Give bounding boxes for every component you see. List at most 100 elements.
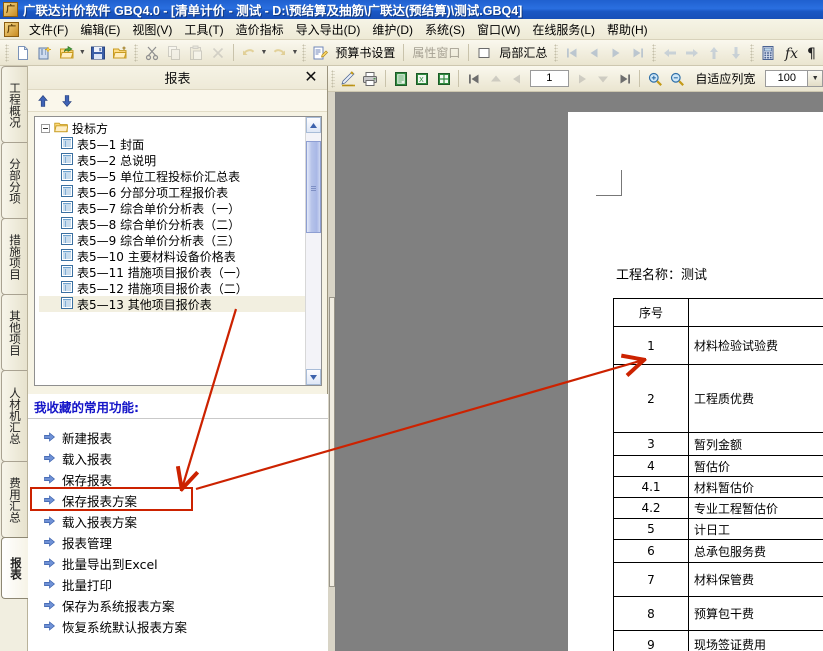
close-icon[interactable]: ✕	[302, 69, 320, 87]
scroll-up-icon[interactable]	[306, 117, 321, 133]
delete-icon[interactable]	[207, 42, 229, 64]
menu-item-view[interactable]: 视图(V)	[126, 19, 178, 40]
move-left-icon[interactable]	[659, 42, 681, 64]
tree-node-item[interactable]: 表5—11 措施项目报价表（一）	[39, 264, 305, 280]
table-row[interactable]: 3 暂列金额	[613, 432, 823, 456]
table-row[interactable]: 4.2 专业工程暂估价	[613, 497, 823, 519]
tree-node-item[interactable]: 表5—10 主要材料设备价格表	[39, 248, 305, 264]
sidebar-item-measure-items[interactable]: 措施项目	[1, 218, 27, 295]
sidebar-item-project-overview[interactable]: 工程概况	[1, 66, 27, 143]
page-view-icon[interactable]	[390, 68, 412, 90]
menu-item-maintenance[interactable]: 维护(D)	[366, 19, 419, 40]
scrollbar-thumb[interactable]	[306, 141, 321, 233]
table-row[interactable]: 1 材料检验试验费	[613, 326, 823, 365]
tree-vertical-scrollbar[interactable]	[305, 117, 321, 385]
open-dropdown-caret[interactable]: ▼	[78, 42, 87, 64]
move-right-icon[interactable]	[681, 42, 703, 64]
calculator-icon[interactable]	[757, 42, 779, 64]
table-row[interactable]: 4 暂估价	[613, 455, 823, 477]
menu-item-window[interactable]: 窗口(W)	[471, 19, 526, 40]
collapse-toggle-icon[interactable]	[41, 123, 50, 133]
toolbar-grip-4[interactable]	[554, 43, 559, 62]
zoom-level-input[interactable]: 100	[765, 70, 809, 87]
menu-item-online-service[interactable]: 在线服务(L)	[526, 19, 601, 40]
sidebar-item-cost-summary[interactable]: 费用汇总	[1, 461, 27, 538]
function-icon[interactable]: fx	[779, 42, 801, 64]
toolbar-grip-6[interactable]	[749, 43, 754, 62]
next-page-down-icon[interactable]	[592, 68, 614, 90]
scroll-down-icon[interactable]	[306, 369, 321, 385]
last-record-icon[interactable]	[627, 42, 649, 64]
open-folder-icon[interactable]	[56, 42, 78, 64]
property-window-label[interactable]: 属性窗口	[408, 44, 464, 61]
save-as-icon[interactable]	[109, 42, 131, 64]
undo-caret[interactable]: ▼	[259, 42, 268, 64]
tree-node-item[interactable]: 表5—1 封面	[39, 136, 305, 152]
table-row[interactable]: 5 计日工	[613, 518, 823, 540]
paste-icon[interactable]	[185, 42, 207, 64]
favorite-load-report-scheme[interactable]: 载入报表方案	[28, 511, 328, 532]
preview-toolbar-grip[interactable]	[331, 69, 335, 88]
sidebar-item-reports[interactable]: 报表	[1, 537, 29, 599]
table-row[interactable]: 2 工程质优费	[613, 364, 823, 433]
favorite-batch-print[interactable]: 批量打印	[28, 574, 328, 595]
budget-settings-label[interactable]: 预算书设置	[331, 44, 399, 61]
menu-item-import-export[interactable]: 导入导出(D)	[290, 19, 367, 40]
redo-caret[interactable]: ▼	[290, 42, 299, 64]
first-page-icon[interactable]	[463, 68, 485, 90]
tree-node-item[interactable]: 表5—12 措施项目报价表（二）	[39, 280, 305, 296]
cut-icon[interactable]	[141, 42, 163, 64]
new-document-icon[interactable]	[12, 42, 34, 64]
move-up-icon[interactable]	[703, 42, 725, 64]
menu-item-help[interactable]: 帮助(H)	[601, 19, 654, 40]
design-report-icon[interactable]	[338, 68, 360, 90]
new-project-icon[interactable]	[34, 42, 56, 64]
next-record-icon[interactable]	[605, 42, 627, 64]
favorite-save-as-system-scheme[interactable]: 保存为系统报表方案	[28, 595, 328, 616]
table-row[interactable]: 6 总承包服务费	[613, 539, 823, 563]
save-icon[interactable]	[87, 42, 109, 64]
menu-item-cost-index[interactable]: 造价指标	[230, 19, 290, 40]
move-down-icon[interactable]	[725, 42, 747, 64]
toolbar-grip-5[interactable]	[652, 43, 657, 62]
favorite-save-report-scheme[interactable]: 保存报表方案	[28, 490, 328, 511]
tree-node-item[interactable]: 表5—2 总说明	[39, 152, 305, 168]
paragraph-icon[interactable]: ¶	[801, 42, 823, 64]
menu-item-tools[interactable]: 工具(T)	[178, 19, 229, 40]
menu-item-file[interactable]: 文件(F)	[23, 19, 74, 40]
move-down-icon[interactable]	[58, 92, 76, 110]
excel-view-icon[interactable]: X	[411, 68, 433, 90]
toolbar-grip-3[interactable]	[302, 43, 307, 62]
prev-record-icon[interactable]	[583, 42, 605, 64]
menu-item-edit[interactable]: 编辑(E)	[74, 19, 126, 40]
toolbar-grip[interactable]	[5, 43, 9, 62]
page-number-input[interactable]: 1	[529, 70, 569, 87]
print-icon[interactable]	[359, 68, 381, 90]
sidebar-item-division-items[interactable]: 分部分项	[1, 142, 27, 219]
undo-icon[interactable]	[238, 42, 260, 64]
tree-node-item[interactable]: 表5—5 单位工程投标价汇总表	[39, 168, 305, 184]
prev-page-up-icon[interactable]	[485, 68, 507, 90]
fit-column-width-label[interactable]: 自适应列宽	[691, 70, 759, 87]
budget-settings-icon[interactable]	[309, 42, 331, 64]
favorite-restore-default-scheme[interactable]: 恢复系统默认报表方案	[28, 616, 328, 637]
favorite-report-management[interactable]: 报表管理	[28, 532, 328, 553]
sidebar-item-other-items[interactable]: 其他项目	[1, 294, 27, 371]
toolbar-grip-2[interactable]	[133, 43, 138, 62]
sidebar-item-labor-material-machine-summary[interactable]: 人材机汇总	[1, 370, 27, 462]
table-row[interactable]: 9 现场签证费用	[613, 630, 823, 651]
tree-node-item[interactable]: 表5—9 综合单价分析表（三）	[39, 232, 305, 248]
prev-page-icon[interactable]	[506, 68, 528, 90]
grid-view-icon[interactable]	[433, 68, 455, 90]
tree-node-item[interactable]: 表5—7 综合单价分析表（一）	[39, 200, 305, 216]
table-row[interactable]: 7 材料保管费	[613, 562, 823, 597]
tree-node-root[interactable]: 投标方	[39, 120, 305, 136]
first-record-icon[interactable]	[561, 42, 583, 64]
favorite-load-report[interactable]: 载入报表	[28, 448, 328, 469]
scrollbar-track[interactable]	[306, 133, 321, 369]
menu-item-system[interactable]: 系统(S)	[419, 19, 471, 40]
preview-scrollbar-thumb[interactable]	[329, 297, 335, 587]
table-row[interactable]: 8 预算包干费	[613, 596, 823, 631]
table-row[interactable]: 4.1 材料暂估价	[613, 476, 823, 498]
preview-vertical-scrollbar[interactable]	[328, 67, 336, 651]
